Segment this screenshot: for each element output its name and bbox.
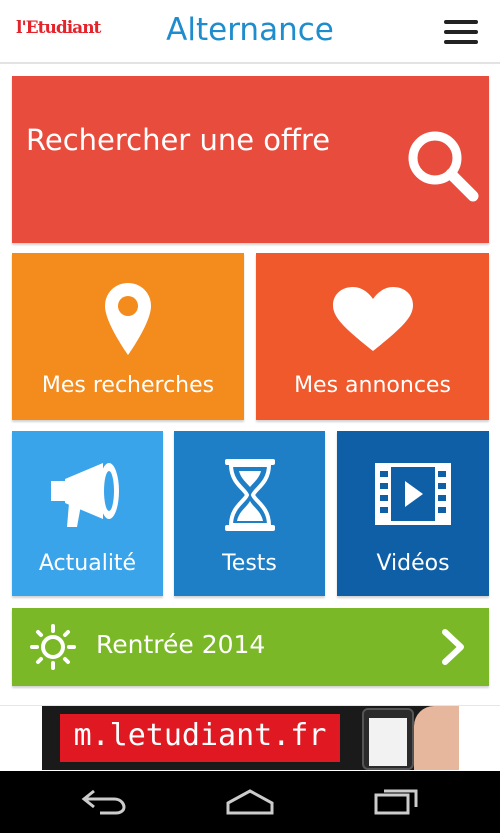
ad-hand-image xyxy=(414,706,459,770)
news-label: Actualité xyxy=(38,551,137,576)
ad-phone-image xyxy=(362,708,414,770)
back-icon[interactable] xyxy=(80,785,128,821)
tests-label: Tests xyxy=(222,551,277,576)
page-title: Alternance xyxy=(166,12,334,48)
map-pin-icon xyxy=(12,281,244,357)
ad-banner[interactable]: m.letudiant.fr xyxy=(42,706,459,770)
my-ads-tile[interactable]: Mes annonces xyxy=(256,253,489,420)
chevron-right-icon xyxy=(440,628,466,670)
ad-text: m.letudiant.fr xyxy=(73,718,327,753)
search-offer-tile[interactable]: Rechercher une offre xyxy=(12,76,489,243)
rentree-2014-tile[interactable]: Rentrée 2014 xyxy=(12,608,489,686)
videos-tile[interactable]: Vidéos xyxy=(337,431,489,596)
search-icon xyxy=(406,129,480,207)
heart-icon xyxy=(256,287,489,353)
search-offer-label: Rechercher une offre xyxy=(26,123,331,157)
rentree-2014-label: Rentrée 2014 xyxy=(96,630,266,659)
app-header: l'Etudiant Alternance xyxy=(0,0,500,64)
home-icon[interactable] xyxy=(224,785,276,821)
my-ads-label: Mes annonces xyxy=(294,373,451,398)
my-searches-label: Mes recherches xyxy=(41,373,215,398)
news-tile[interactable]: Actualité xyxy=(12,431,163,596)
tests-tile[interactable]: Tests xyxy=(174,431,325,596)
videos-label: Vidéos xyxy=(376,551,450,576)
hamburger-menu-icon[interactable] xyxy=(444,20,478,44)
film-play-icon xyxy=(337,463,489,525)
recent-apps-icon[interactable] xyxy=(372,785,420,821)
my-searches-tile[interactable]: Mes recherches xyxy=(12,253,244,420)
hourglass-icon xyxy=(174,457,325,533)
sun-icon xyxy=(30,624,76,674)
megaphone-icon xyxy=(12,459,163,529)
android-nav-bar xyxy=(0,771,500,833)
